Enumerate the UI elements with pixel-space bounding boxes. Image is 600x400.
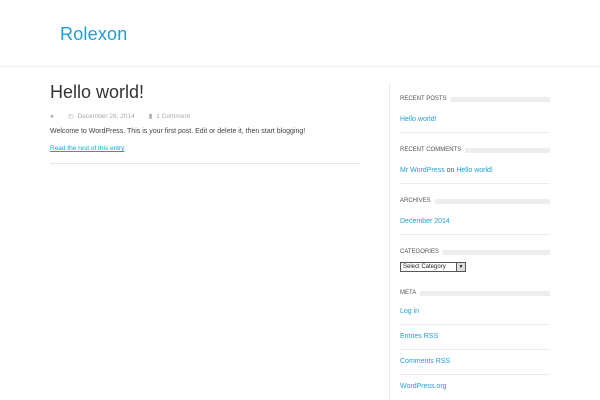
category-select-value: Select Category xyxy=(403,264,446,270)
comment-post-link[interactable]: Hello world! xyxy=(456,167,493,174)
read-more-link[interactable]: Read the rest of this entry xyxy=(50,145,124,152)
comments-rss-label: Comments RSS xyxy=(400,358,451,365)
categories-title: CATEGORIES xyxy=(400,249,439,255)
recent-posts-heading: RECENT POSTS xyxy=(400,96,550,102)
widget-divider xyxy=(400,324,550,325)
recent-comments-heading: RECENT COMMENTS xyxy=(400,147,550,153)
recent-comment: Mr WordPress on Hello world! xyxy=(400,167,493,174)
widget-divider xyxy=(400,349,550,350)
post-body: Welcome to WordPress. This is your first… xyxy=(50,128,306,135)
post-title[interactable]: Hello world! xyxy=(50,82,144,103)
post-date[interactable]: December 28, 2014 xyxy=(78,113,135,120)
archives-title: ARCHIVES xyxy=(400,198,431,204)
sidebar-divider xyxy=(389,83,390,400)
recent-post-link[interactable]: Hello world! xyxy=(400,116,437,123)
archive-link[interactable]: December 2014 xyxy=(400,218,450,225)
site-title[interactable]: Rolexon xyxy=(60,24,127,45)
archives-heading: ARCHIVES xyxy=(400,198,550,204)
recent-comments-title: RECENT COMMENTS xyxy=(400,147,462,153)
comments-rss-link[interactable]: Comments RSS xyxy=(400,358,450,365)
header-divider xyxy=(0,66,600,67)
meta-title: META xyxy=(400,290,417,296)
recent-posts-title: RECENT POSTS xyxy=(400,96,447,102)
login-link[interactable]: Log in xyxy=(400,308,419,315)
user-icon: ● xyxy=(50,112,54,120)
entries-rss-label: Entries RSS xyxy=(400,333,439,340)
categories-heading: CATEGORIES xyxy=(400,249,550,255)
entries-rss-link[interactable]: Entries RSS xyxy=(400,333,438,340)
post-comments-link[interactable]: 1 Comment xyxy=(156,113,190,120)
clock-icon: ◴ xyxy=(67,113,74,120)
widget-divider xyxy=(400,183,550,184)
comment-author-link[interactable]: Mr WordPress xyxy=(400,167,445,174)
comments-icon: ▮ xyxy=(148,113,153,120)
chevron-down-icon[interactable]: ▼ xyxy=(456,263,465,271)
category-select[interactable]: Select Category ▼ xyxy=(400,262,466,272)
widget-divider xyxy=(400,132,550,133)
post-divider xyxy=(50,163,360,164)
comment-on-text: on xyxy=(446,167,455,174)
widget-divider xyxy=(400,234,550,235)
widget-divider xyxy=(400,374,550,375)
wordpress-org-link[interactable]: WordPress.org xyxy=(400,383,447,390)
post-meta: ● ◴ December 28, 2014 ▮ 1 Comment xyxy=(50,112,190,121)
meta-heading: META xyxy=(400,290,550,296)
